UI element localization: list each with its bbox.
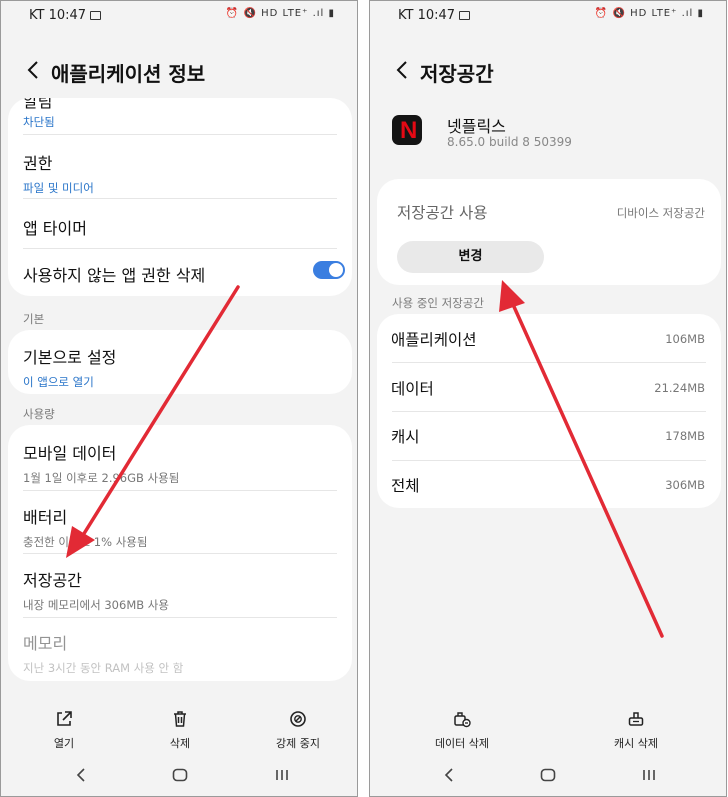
section-header-basic: 기본	[23, 312, 45, 326]
section-header-usage: 사용량	[23, 407, 55, 421]
divider	[23, 617, 337, 618]
usage-card: 모바일 데이터 1월 1일 이후로 2.96GB 사용됨 배터리 충전한 이후로…	[8, 425, 352, 681]
status-carrier-time: KT 10:47	[398, 8, 471, 23]
storage-breakdown-card: 애플리케이션 106MB 데이터 21.24MB 캐시 178MB 전체 306…	[377, 314, 721, 508]
page-title: 애플리케이션 정보	[51, 62, 206, 86]
block-icon	[290, 711, 306, 727]
list-item-mobile-data[interactable]: 모바일 데이터 1월 1일 이후로 2.96GB 사용됨	[23, 440, 337, 486]
back-arrow-icon[interactable]	[392, 59, 414, 81]
status-bar: KT 10:47 ⏰ 🔇 HD LTE⁺ .ıl ▮	[370, 1, 726, 31]
app-bar: 애플리케이션 정보	[1, 51, 357, 91]
nav-home-icon[interactable]	[539, 763, 557, 787]
divider	[23, 490, 337, 491]
defaults-card: 기본으로 설정 이 앱으로 열기	[8, 330, 352, 394]
list-item-notifications[interactable]: 알림 차단됨	[23, 98, 337, 130]
status-bar: KT 10:47 ⏰ 🔇 HD LTE⁺ .ıl ▮	[1, 1, 357, 31]
system-nav-bar	[370, 759, 726, 793]
app-info-screen: KT 10:47 ⏰ 🔇 HD LTE⁺ .ıl ▮ 애플리케이션 정보 알림 …	[0, 0, 358, 797]
status-icons: ⏰ 🔇 HD LTE⁺ .ıl ▮	[594, 8, 704, 19]
nav-back-icon[interactable]	[441, 763, 457, 787]
netflix-logo-icon: N	[392, 115, 422, 145]
image-icon	[90, 11, 102, 20]
uninstall-button[interactable]: 삭제	[135, 709, 225, 751]
list-item-set-default[interactable]: 기본으로 설정 이 앱으로 열기	[23, 344, 337, 390]
list-item-permissions[interactable]: 권한 파일 및 미디어	[23, 150, 337, 196]
system-nav-bar	[1, 759, 357, 793]
clear-data-button[interactable]: 데이터 삭제	[417, 709, 507, 751]
nav-back-icon[interactable]	[73, 763, 89, 787]
app-version: 8.65.0 build 8 50399	[447, 135, 572, 149]
divider	[23, 198, 337, 199]
storage-used-row: 저장공간 사용 디바이스 저장공간	[397, 204, 705, 222]
list-item-memory: 메모리 지난 3시간 동안 RAM 사용 안 함	[23, 634, 184, 675]
list-item-storage[interactable]: 저장공간 내장 메모리에서 306MB 사용	[23, 567, 337, 613]
divider	[23, 134, 337, 135]
list-item-battery[interactable]: 배터리 충전한 이후로 1% 사용됨	[23, 504, 337, 550]
page-title: 저장공간	[420, 62, 494, 86]
nav-recents-icon[interactable]	[640, 763, 658, 787]
clear-cache-button[interactable]: 캐시 삭제	[591, 709, 681, 751]
trash-icon	[174, 711, 186, 727]
storage-row-cache: 캐시 178MB	[391, 428, 705, 446]
storage-used-card: 저장공간 사용 디바이스 저장공간 변경	[377, 179, 721, 285]
storage-row-data: 데이터 21.24MB	[391, 380, 705, 398]
app-bar: 저장공간	[370, 51, 726, 91]
bottom-action-bar: 열기 삭제 강제 중지	[1, 701, 357, 757]
remove-permissions-toggle[interactable]	[313, 261, 345, 279]
section-header-in-use: 사용 중인 저장공간	[392, 296, 484, 310]
clear-data-icon	[454, 712, 471, 728]
list-item-app-timer[interactable]: 앱 타이머	[23, 215, 337, 239]
storage-row-total: 전체 306MB	[391, 477, 705, 495]
storage-screen: KT 10:47 ⏰ 🔇 HD LTE⁺ .ıl ▮ 저장공간 N 넷플릭스 8…	[369, 0, 727, 797]
back-arrow-icon[interactable]	[23, 59, 45, 81]
list-item-remove-permissions[interactable]: 사용하지 않는 앱 권한 삭제	[23, 261, 345, 296]
permissions-card: 알림 차단됨 권한 파일 및 미디어 앱 타이머 사용하지 않는 앱 권한 삭제	[8, 98, 352, 296]
clear-cache-icon	[628, 712, 644, 726]
open-external-icon	[57, 711, 72, 726]
status-carrier-time: KT 10:47	[29, 8, 102, 23]
storage-row-application: 애플리케이션 106MB	[391, 331, 705, 349]
app-name: 넷플릭스	[447, 117, 506, 136]
divider	[23, 248, 337, 249]
divider	[23, 553, 337, 554]
bottom-action-bar: 데이터 삭제 캐시 삭제	[370, 701, 726, 757]
toggle-knob	[329, 263, 343, 277]
nav-home-icon[interactable]	[171, 763, 189, 787]
status-icons: ⏰ 🔇 HD LTE⁺ .ıl ▮	[225, 8, 335, 19]
force-stop-button[interactable]: 강제 중지	[253, 709, 343, 751]
open-button[interactable]: 열기	[19, 709, 109, 751]
image-icon	[459, 11, 471, 20]
nav-recents-icon[interactable]	[273, 763, 291, 787]
change-storage-button[interactable]: 변경	[397, 241, 544, 273]
